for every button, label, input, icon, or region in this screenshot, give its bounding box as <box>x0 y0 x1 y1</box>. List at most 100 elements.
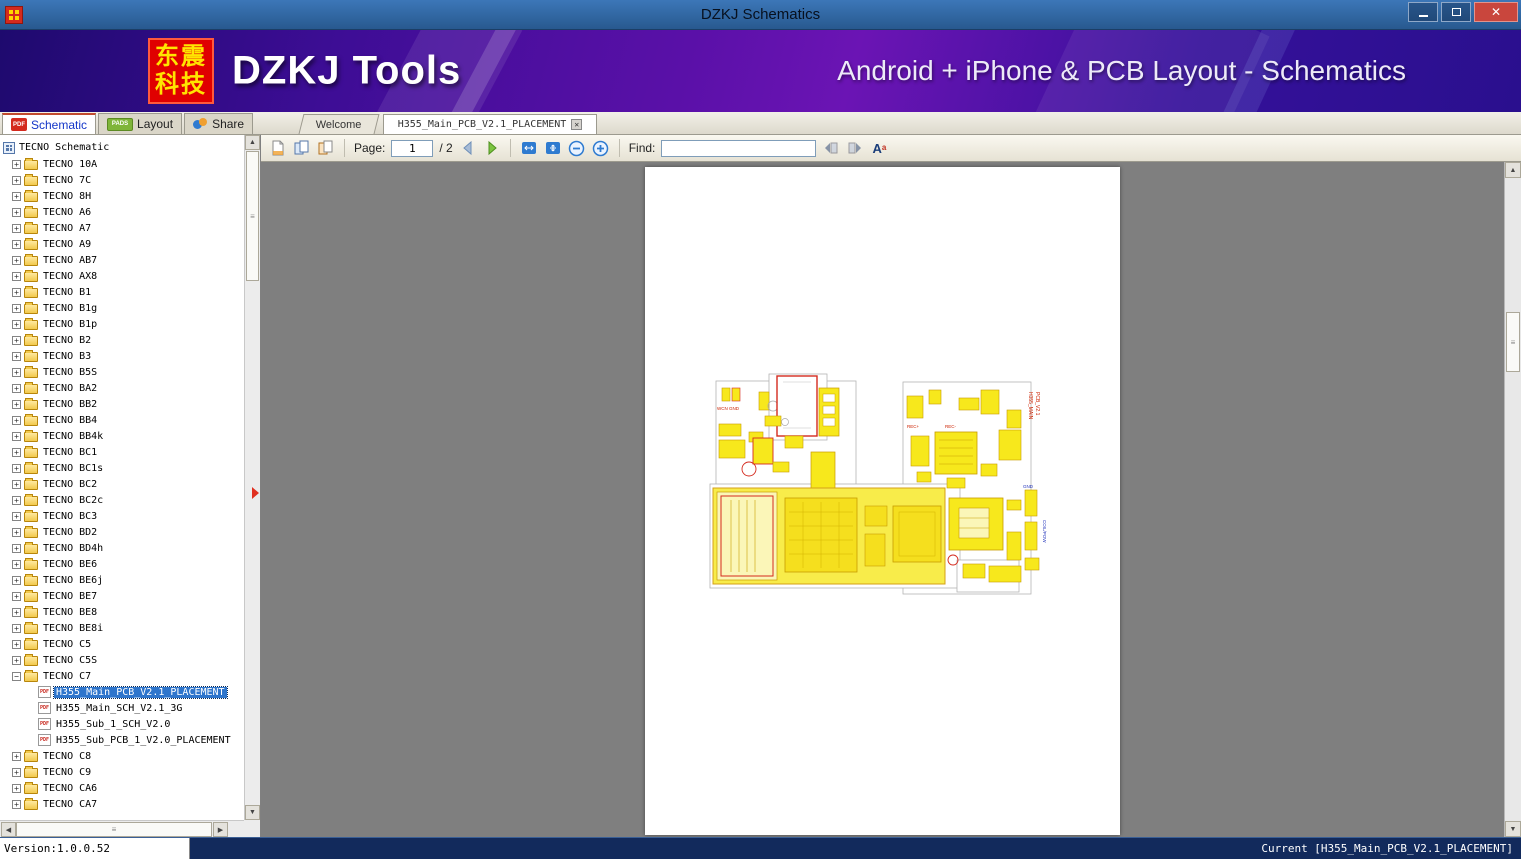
tree-folder-row[interactable]: + TECNO BD4h <box>0 540 105 556</box>
tree-folder-row[interactable]: + TECNO BA2 <box>0 380 99 396</box>
tree-folder-row[interactable]: + TECNO BD2 <box>0 524 99 540</box>
tree-folder-row[interactable]: + TECNO A9 <box>0 236 93 252</box>
tree-doc-row[interactable]: PDF H355_Main_SCH_V2.1_3G <box>0 700 184 716</box>
tree-doc-row[interactable]: PDF H355_Main_PCB_V2.1_PLACEMENT <box>0 684 228 700</box>
expand-icon[interactable]: + <box>12 607 21 617</box>
expand-icon[interactable]: + <box>12 783 21 793</box>
expand-icon[interactable]: + <box>12 543 21 553</box>
tab-close-icon[interactable]: ✕ <box>571 119 583 130</box>
tree-folder-row[interactable]: + TECNO BE8 <box>0 604 99 620</box>
scroll-right-icon[interactable]: ▶ <box>213 822 228 837</box>
expand-icon[interactable]: + <box>12 751 21 761</box>
tree-folder-row[interactable]: + TECNO AB7 <box>0 252 99 268</box>
tree-folder-row[interactable]: + TECNO BC1 <box>0 444 99 460</box>
tree-folder-row[interactable]: + TECNO BE6j <box>0 572 105 588</box>
splitter-arrow-icon[interactable] <box>252 487 259 499</box>
tree-folder-row[interactable]: + TECNO BB4k <box>0 428 105 444</box>
tree-root-row[interactable]: TECNO Schematic <box>0 139 245 156</box>
expand-icon[interactable]: + <box>12 575 21 585</box>
tree-folder-row[interactable]: + TECNO BE6 <box>0 556 99 572</box>
expand-icon[interactable]: + <box>12 335 21 345</box>
sidebar-vertical-scrollbar[interactable]: ▲ ≡ ▼ <box>244 135 260 820</box>
maximize-button[interactable] <box>1441 2 1471 22</box>
tree-folder-row[interactable]: + TECNO BC2c <box>0 492 105 508</box>
expand-icon[interactable]: + <box>12 303 21 313</box>
tab-schematic[interactable]: PDF Schematic <box>2 113 97 134</box>
tree-folder-row[interactable]: + TECNO BC3 <box>0 508 99 524</box>
multi-page-icon[interactable] <box>317 139 335 157</box>
expand-icon[interactable]: + <box>12 255 21 265</box>
tree-folder-row[interactable]: + TECNO AX8 <box>0 268 99 284</box>
tree-folder-row[interactable]: + TECNO B2 <box>0 332 93 348</box>
tree-folder-row[interactable]: + TECNO C9 <box>0 764 93 780</box>
expand-icon[interactable]: + <box>12 367 21 377</box>
tree-folder-row[interactable]: + TECNO B1p <box>0 316 99 332</box>
tree-folder-row[interactable]: + TECNO C5 <box>0 636 93 652</box>
scroll-down-icon[interactable]: ▼ <box>245 805 260 820</box>
sidebar-scroll-thumb[interactable]: ≡ <box>246 151 259 281</box>
tree-folder-row[interactable]: + TECNO BE8i <box>0 620 105 636</box>
tree-folder-row[interactable]: + TECNO 8H <box>0 188 93 204</box>
tree-folder-row[interactable]: + TECNO A7 <box>0 220 93 236</box>
pdf-page[interactable]: WCN GND REC+ REC- H355_MAIN PCB_V2.1 GND… <box>645 167 1120 835</box>
expand-icon[interactable]: + <box>12 287 21 297</box>
viewer-scroll-up-icon[interactable]: ▲ <box>1505 162 1521 178</box>
expand-icon[interactable]: + <box>12 223 21 233</box>
next-page-button[interactable] <box>483 139 501 157</box>
tree-folder-row[interactable]: + TECNO B1 <box>0 284 93 300</box>
expand-icon[interactable]: + <box>12 191 21 201</box>
expand-icon[interactable]: + <box>12 207 21 217</box>
doc-tab-placement[interactable]: H355_Main_PCB_V2.1_PLACEMENT ✕ <box>382 114 598 134</box>
expand-icon[interactable]: + <box>12 239 21 249</box>
expand-icon[interactable]: + <box>12 495 21 505</box>
tree-folder-row[interactable]: + TECNO 10A <box>0 156 99 172</box>
fit-width-button[interactable] <box>520 139 538 157</box>
expand-icon[interactable]: + <box>12 511 21 521</box>
tab-layout[interactable]: PADS Layout <box>98 113 183 134</box>
collapse-icon[interactable]: − <box>12 671 21 681</box>
expand-icon[interactable]: + <box>12 383 21 393</box>
viewer-scroll-thumb[interactable]: ≡ <box>1506 312 1520 372</box>
zoom-out-button[interactable] <box>568 139 586 157</box>
tree-folder-row[interactable]: + TECNO CA7 <box>0 796 99 812</box>
zoom-in-button[interactable] <box>592 139 610 157</box>
facing-pages-icon[interactable] <box>293 139 311 157</box>
sidebar-horizontal-scrollbar[interactable]: ◀ ≡ ▶ <box>0 820 245 837</box>
expand-icon[interactable]: + <box>12 431 21 441</box>
expand-icon[interactable]: + <box>12 655 21 665</box>
minimize-button[interactable] <box>1408 2 1438 22</box>
expand-icon[interactable]: + <box>12 399 21 409</box>
expand-icon[interactable]: + <box>12 415 21 425</box>
viewer-vertical-scrollbar[interactable]: ▲ ≡ ▼ <box>1504 162 1521 837</box>
expand-icon[interactable]: + <box>12 527 21 537</box>
tree-folder-row[interactable]: + TECNO CA6 <box>0 780 99 796</box>
expand-icon[interactable]: + <box>12 159 21 169</box>
tree-folder-row[interactable]: + TECNO BC1s <box>0 460 105 476</box>
expand-icon[interactable]: + <box>12 463 21 473</box>
expand-icon[interactable]: + <box>12 175 21 185</box>
scroll-up-icon[interactable]: ▲ <box>245 135 260 150</box>
fit-page-button[interactable] <box>544 139 562 157</box>
tree-folder-row[interactable]: − TECNO C7 <box>0 668 93 684</box>
expand-icon[interactable]: + <box>12 799 21 809</box>
single-page-icon[interactable] <box>269 139 287 157</box>
tree-folder-row[interactable]: + TECNO BC2 <box>0 476 99 492</box>
expand-icon[interactable]: + <box>12 623 21 633</box>
expand-icon[interactable]: + <box>12 319 21 329</box>
tree-folder-row[interactable]: + TECNO C5S <box>0 652 99 668</box>
tree-doc-row[interactable]: PDF H355_Sub_PCB_1_V2.0_PLACEMENT <box>0 732 233 748</box>
previous-page-button[interactable] <box>459 139 477 157</box>
sidebar-hscroll-thumb[interactable]: ≡ <box>16 822 212 837</box>
expand-icon[interactable]: + <box>12 767 21 777</box>
tree-folder-row[interactable]: + TECNO 7C <box>0 172 93 188</box>
tree-folder-row[interactable]: + TECNO B3 <box>0 348 93 364</box>
tree-folder-row[interactable]: + TECNO A6 <box>0 204 93 220</box>
scroll-left-icon[interactable]: ◀ <box>1 822 16 837</box>
expand-icon[interactable]: + <box>12 479 21 489</box>
text-size-button[interactable]: Aa <box>870 139 888 157</box>
expand-icon[interactable]: + <box>12 271 21 281</box>
tree-doc-row[interactable]: PDF H355_Sub_1_SCH_V2.0 <box>0 716 172 732</box>
pdf-viewer[interactable]: WCN GND REC+ REC- H355_MAIN PCB_V2.1 GND… <box>261 162 1521 837</box>
find-input[interactable] <box>661 139 817 157</box>
tree-folder-row[interactable]: + TECNO C8 <box>0 748 93 764</box>
